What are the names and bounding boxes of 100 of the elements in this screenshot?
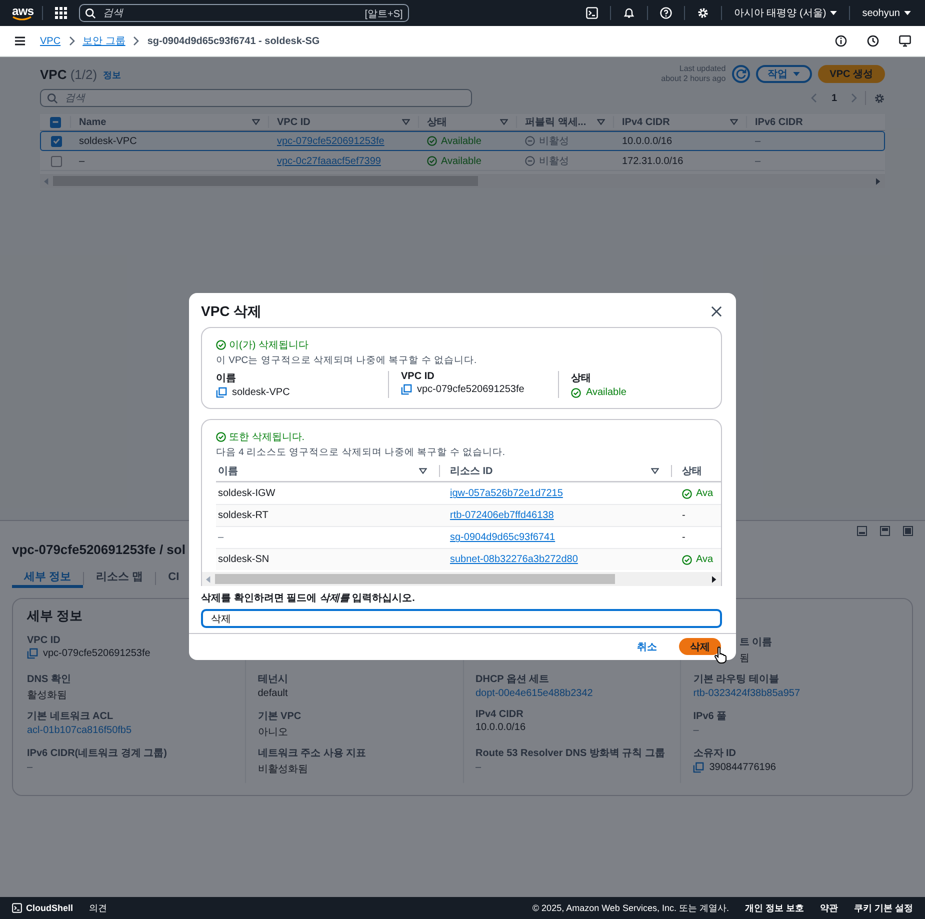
field-label: VPC ID — [27, 635, 62, 646]
info-link[interactable]: 정보 — [103, 68, 122, 82]
search-icon — [84, 8, 96, 19]
check-circle-icon — [216, 340, 226, 350]
sort-icon[interactable] — [402, 119, 410, 125]
copy-icon[interactable] — [693, 762, 704, 773]
refresh-button[interactable] — [732, 65, 750, 83]
sort-icon[interactable] — [730, 119, 738, 125]
feedback-link[interactable]: 의견 — [89, 902, 107, 914]
card-title: 세부 정보 — [27, 607, 83, 625]
copy-icon[interactable] — [27, 648, 38, 659]
terminal-icon[interactable] — [12, 903, 22, 913]
column-header[interactable]: 리소스 ID — [450, 464, 493, 478]
aws-logo[interactable]: aws — [12, 5, 34, 21]
sort-icon[interactable] — [597, 119, 605, 125]
sort-icon[interactable] — [252, 119, 260, 125]
page-number[interactable]: 1 — [825, 92, 843, 104]
panel-title: VPC (1/2) — [40, 66, 98, 82]
vpc-id-link[interactable]: vpc-0c27faaacf5ef7399 — [277, 156, 381, 166]
actions-button[interactable]: 작업 — [756, 65, 812, 83]
table-cell: soldesk-IGW — [218, 488, 276, 500]
menu-icon[interactable] — [14, 35, 26, 47]
field-label: DHCP 옵션 세트 — [476, 673, 550, 686]
resource-id-link[interactable]: rtb-072406eb7ffd46138 — [450, 510, 554, 522]
status-text: - — [682, 532, 686, 544]
description: 다음 4 리소스도 영구적으로 삭제되며 나중에 복구할 수 없습니다. — [216, 446, 506, 460]
field-value: default — [258, 688, 288, 699]
panel-full-icon[interactable] — [903, 526, 913, 536]
tab[interactable]: 세부 정보 — [12, 568, 84, 588]
search-field[interactable]: 검색 — [40, 89, 472, 107]
region-menu[interactable]: 아시아 태평양 (서울) — [730, 6, 842, 20]
caret-icon — [904, 10, 911, 16]
check-icon — [52, 136, 60, 146]
field-label: IPv6 풀 — [693, 710, 728, 723]
status-text: Ava — [696, 488, 714, 500]
resource-id-link[interactable]: sg-0904d9d65c93f6741 — [450, 532, 556, 544]
column-header[interactable]: VPC ID — [277, 116, 310, 128]
table-cell: – — [755, 156, 761, 166]
vpc-id-link[interactable]: vpc-079cfe520691253fe — [277, 136, 384, 146]
field-link[interactable]: acl-01b107ca816f50fb5 — [27, 725, 132, 736]
bell-icon[interactable] — [622, 7, 635, 19]
field-link[interactable]: dopt-00e4e615e488b2342 — [476, 688, 593, 699]
table-row[interactable]: – vpc-0c27faaacf5ef7399 Available 비활성 172.31.0.0/16 – — [40, 151, 885, 171]
dialog-title: VPC 삭제 — [201, 302, 262, 321]
help-icon[interactable] — [660, 7, 672, 19]
sort-icon[interactable] — [500, 119, 508, 125]
sort-icon[interactable] — [651, 468, 659, 474]
user-menu[interactable]: seohyun — [858, 8, 915, 18]
column-header[interactable]: IPv4 CIDR — [622, 116, 670, 128]
select-all-checkbox[interactable] — [50, 116, 60, 128]
table-cell: soldesk-SN — [218, 554, 270, 566]
footer-link[interactable]: 개인 정보 보호 — [744, 902, 804, 914]
status-text: Available — [441, 156, 482, 166]
column-header[interactable]: 이름 — [218, 464, 238, 478]
scroll-left-icon[interactable] — [206, 576, 211, 583]
footer-link[interactable]: 약관 — [820, 902, 838, 914]
breadcrumb-link[interactable]: 보안 그룹 — [82, 34, 126, 48]
info-icon[interactable] — [835, 35, 847, 47]
table-cell-text: 비활성 — [539, 155, 569, 168]
confirm-input-field[interactable]: 삭제 — [201, 609, 722, 628]
panel-bottom-icon[interactable] — [857, 526, 867, 536]
cloudshell-link[interactable]: CloudShell — [26, 903, 73, 913]
copy-icon[interactable] — [401, 384, 412, 396]
row-checkbox[interactable] — [50, 136, 62, 146]
footer-link[interactable]: 쿠키 기본 설정 — [854, 902, 913, 914]
horizontal-scrollbar[interactable] — [202, 572, 721, 586]
scroll-right-icon[interactable] — [712, 576, 717, 583]
field-label: 테넌시 — [258, 673, 289, 686]
column-header[interactable]: Name — [79, 116, 106, 128]
column-header[interactable]: 퍼블릭 액세... — [525, 116, 586, 128]
minus-circle-icon — [525, 156, 535, 166]
check-circle-icon — [682, 488, 692, 499]
close-icon[interactable] — [711, 306, 722, 318]
clock-icon[interactable] — [867, 35, 879, 47]
cancel-button[interactable]: 취소 — [631, 638, 663, 655]
breadcrumb-link[interactable]: VPC — [40, 36, 61, 46]
field-label: 트 이름 — [739, 636, 774, 649]
terminal-icon[interactable] — [586, 7, 598, 19]
field-link[interactable]: rtb-0323424f38b85a957 — [693, 688, 800, 699]
column-header[interactable]: 상태 — [427, 116, 447, 128]
tab[interactable]: CI — [156, 568, 192, 588]
row-checkbox[interactable] — [50, 156, 62, 166]
grid-icon[interactable] — [54, 7, 67, 19]
resource-id-link[interactable]: subnet-08b32276a3b272d80 — [450, 554, 578, 566]
copy-icon[interactable] — [216, 387, 227, 398]
column-header[interactable]: IPv6 CIDR — [755, 116, 803, 128]
column-header[interactable]: 상태 — [682, 464, 702, 478]
monitor-icon[interactable] — [899, 35, 911, 47]
table-row[interactable]: soldesk-VPC vpc-079cfe520691253fe Available 비활성 10.0.0.0/16 – — [40, 131, 885, 151]
sort-icon[interactable] — [419, 468, 427, 474]
field-value: 아니오 — [258, 726, 288, 739]
panel-side-icon[interactable] — [880, 526, 890, 536]
field-value: 비활성화됨 — [258, 763, 308, 776]
resource-id-link[interactable]: igw-057a526b72e1d7215 — [450, 488, 563, 500]
table-cell: – — [218, 532, 224, 544]
create-vpc-button[interactable]: VPC 생성 — [818, 65, 885, 83]
delete-button[interactable]: 삭제 — [679, 638, 721, 656]
description: 이 VPC는 영구적으로 삭제되며 나중에 복구할 수 없습니다. — [216, 354, 478, 368]
tab[interactable]: 리소스 맵 — [84, 568, 156, 588]
status-text: - — [682, 510, 686, 522]
